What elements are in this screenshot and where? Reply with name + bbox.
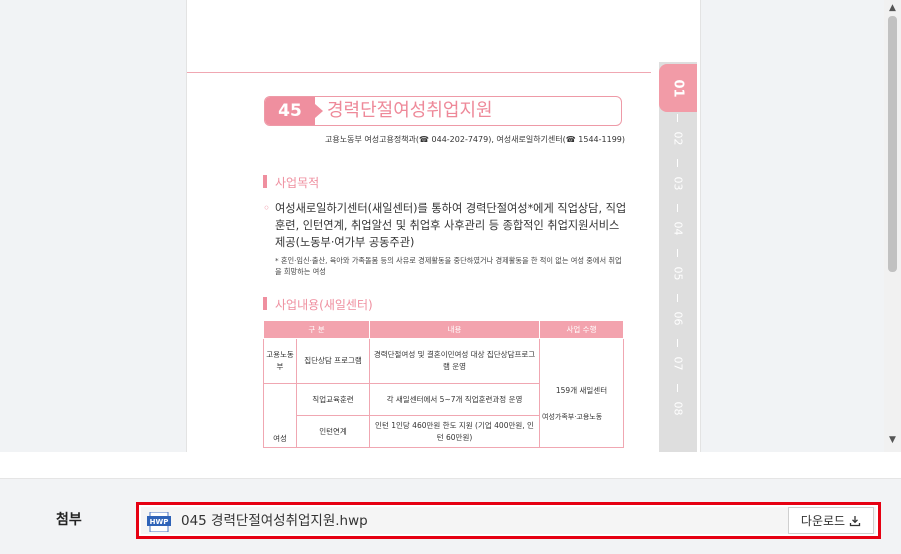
document-number: 45	[265, 97, 323, 125]
header-rule	[187, 72, 651, 73]
section-heading-content: 사업내용(새일센터)	[263, 296, 373, 313]
document-page: 45 경력단절여성취업지원 고용노동부 여성고용정책과(☎ 044-202-74…	[186, 0, 701, 452]
download-button[interactable]: 다운로드	[788, 507, 874, 534]
document-title-box: 45 경력단절여성취업지원	[264, 96, 622, 126]
section-heading-purpose: 사업목적	[263, 174, 319, 191]
attachment-item[interactable]: HWP 045 경력단절여성취업지원.hwp 다운로드	[141, 507, 876, 534]
table-cell-content: 각 새일센터에서 5~7개 직업훈련과정 운영	[369, 383, 540, 416]
agency-note: 여성가족부·고용노동	[542, 413, 603, 421]
attachment-label: 첨부	[56, 512, 82, 528]
document-viewer[interactable]: 45 경력단절여성취업지원 고용노동부 여성고용정책과(☎ 044-202-74…	[0, 0, 901, 452]
table-cell-item: 직업교육훈련	[296, 383, 370, 416]
table-cell-item: 집단상담 프로그램	[296, 338, 370, 384]
attachment-bar: 첨부 HWP 045 경력단절여성취업지원.hwp 다운로드	[0, 478, 901, 554]
agency-text: 159개 새일센터	[555, 386, 608, 395]
chapter-tab-06[interactable]: 06	[659, 298, 697, 338]
hwp-icon-text: HWP	[150, 518, 169, 526]
contact-info: 고용노동부 여성고용정책과(☎ 044-202-7479), 여성새로일하기센터…	[325, 135, 625, 144]
scroll-down-arrow-icon[interactable]: ▼	[884, 432, 901, 448]
download-button-label: 다운로드	[800, 514, 846, 528]
hwp-file-icon: HWP	[147, 512, 171, 532]
chapter-tab-05[interactable]: 05	[659, 253, 697, 293]
tab-separator	[677, 294, 678, 302]
download-icon	[849, 515, 861, 526]
attachment-highlight-frame: HWP 045 경력단절여성취업지원.hwp 다운로드	[136, 502, 881, 539]
tab-separator	[677, 114, 678, 122]
table-cell-content: 경력단절여성 및 결혼이민여성 대상 집단상담프로그램 운영	[369, 338, 540, 384]
tab-separator	[677, 339, 678, 347]
chapter-tab-01[interactable]: 01	[659, 64, 697, 112]
attachment-file-link[interactable]: 045 경력단절여성취업지원.hwp	[181, 511, 368, 531]
chapter-tab-08[interactable]: 08	[659, 388, 697, 428]
program-table: 구 분 내용 사업 수행 고용노동부 집단상담 프로그램 경력단절여성 및 결혼…	[263, 320, 624, 448]
document-title: 경력단절여성취업지원	[327, 100, 493, 121]
purpose-text: 여성새로일하기센터(새일센터)를 통하여 경력단절여성*에게 직업상담, 직업훈…	[263, 200, 627, 251]
chapter-tab-04[interactable]: 04	[659, 208, 697, 248]
table-cell-content: 인턴 1인당 460만원 한도 지원 (기업 400만원, 인턴 60만원)	[369, 415, 540, 448]
table-cell-group: 고용노동부	[263, 338, 297, 384]
table-header: 내용	[369, 320, 540, 339]
footnote: * 혼인·임신·출산, 육아와 가족돌봄 등의 사유로 경제활동을 중단하였거나…	[275, 256, 622, 276]
scroll-up-arrow-icon[interactable]: ▲	[884, 0, 901, 16]
table-cell-agency: 159개 새일센터 여성가족부·고용노동	[539, 338, 624, 448]
table-cell-item: 인턴연계	[296, 415, 370, 448]
table-header: 구 분	[263, 320, 370, 339]
chapter-tab-07[interactable]: 07	[659, 343, 697, 383]
scrollbar-thumb[interactable]	[888, 16, 897, 272]
table-cell-group: 여성	[263, 383, 297, 448]
tab-separator	[677, 159, 678, 167]
viewer-scrollbar[interactable]: ▲ ▼	[884, 0, 901, 452]
table-header: 사업 수행	[539, 320, 624, 339]
chapter-tab-03[interactable]: 03	[659, 163, 697, 203]
tab-separator	[677, 204, 678, 212]
tab-separator	[677, 384, 678, 392]
chapter-tab-02[interactable]: 02	[659, 118, 697, 158]
chapter-tabs: 01 02 03 04 05 06 07 08	[651, 62, 697, 452]
tab-separator	[677, 249, 678, 257]
